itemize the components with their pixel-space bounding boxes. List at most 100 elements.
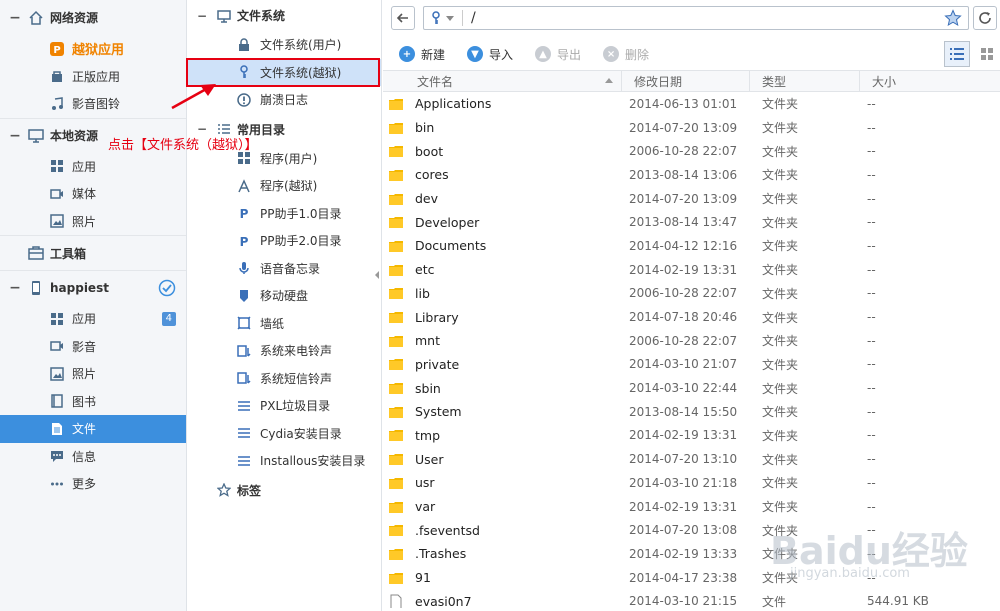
section-header-toolbox[interactable]: 工具箱 <box>0 235 186 270</box>
lock-icon <box>239 38 249 51</box>
cell-name: tmp <box>383 428 622 443</box>
tree-item-label: 程序(越狱) <box>260 179 318 194</box>
sidebar-item-genuine-apps[interactable]: 正版应用 <box>0 63 186 91</box>
tree-item-cydia-install[interactable]: Cydia安装目录 <box>187 420 381 448</box>
monitor-icon <box>28 128 44 143</box>
list-view-icon <box>950 48 964 60</box>
delete-label: 删除 <box>625 47 650 62</box>
sidebar-item-device-more[interactable]: 更多 <box>0 470 186 498</box>
tree-item-label: 语音备忘录 <box>260 261 321 276</box>
export-button[interactable]: ▲ 导出 <box>535 46 581 63</box>
tree-section-filesystem[interactable]: − 文件系统 <box>187 0 381 31</box>
chevron-down-icon[interactable] <box>446 15 454 21</box>
folder-icon <box>389 240 403 252</box>
cell-type: 文件夹 <box>762 168 799 183</box>
sidebar-item-label: 影音图铃 <box>72 97 121 112</box>
tree-section-tags[interactable]: 标签 <box>187 475 381 506</box>
table-row[interactable]: Library 2014-07-18 20:46 文件夹 -- <box>383 305 1000 329</box>
tree-item-sms-ringtones[interactable]: 系统短信铃声 <box>187 365 381 393</box>
delete-button[interactable]: × 删除 <box>603 46 649 63</box>
table-row[interactable]: Documents 2014-04-12 12:16 文件夹 -- <box>383 234 1000 258</box>
sidebar-item-local-apps[interactable]: 应用 <box>0 153 186 181</box>
path-input[interactable]: / <box>423 6 969 30</box>
sidebar-item-device-messages[interactable]: 信息 <box>0 443 186 471</box>
cell-type: 文件夹 <box>762 263 799 278</box>
cell-size: -- <box>867 475 876 490</box>
file-name: lib <box>415 285 430 301</box>
tree-item-apps-jailbreak[interactable]: 程序(越狱) <box>187 172 381 200</box>
table-row[interactable]: private 2014-03-10 21:07 文件夹 -- <box>383 353 1000 377</box>
folder-icon <box>389 383 403 395</box>
sidebar-item-device-media[interactable]: 影音 <box>0 333 186 361</box>
cell-size: -- <box>867 357 876 372</box>
table-row[interactable]: cores 2013-08-14 13:06 文件夹 -- <box>383 163 1000 187</box>
import-button[interactable]: ▼ 导入 <box>467 46 513 63</box>
list-view-button[interactable] <box>944 41 970 67</box>
table-row[interactable]: bin 2014-07-20 13:09 文件夹 -- <box>383 116 1000 140</box>
sidebar-item-device-photos[interactable]: 照片 <box>0 360 186 388</box>
sidebar-item-jailbreak-apps[interactable]: P 越狱应用 <box>0 35 186 63</box>
table-row[interactable]: evasi0n7 2014-03-10 21:15 文件 544.91 KB <box>383 589 1000 611</box>
cell-date: 2014-07-18 20:46 <box>629 310 738 325</box>
table-row[interactable]: var 2014-02-19 13:31 文件夹 -- <box>383 495 1000 519</box>
table-row[interactable]: dev 2014-07-20 13:09 文件夹 -- <box>383 187 1000 211</box>
table-row[interactable]: etc 2014-02-19 13:31 文件夹 -- <box>383 258 1000 282</box>
table-row[interactable]: System 2013-08-14 15:50 文件夹 -- <box>383 400 1000 424</box>
tree-item-filesystem-user[interactable]: 文件系统(用户) <box>187 31 381 59</box>
table-row[interactable]: lib 2006-10-28 22:07 文件夹 -- <box>383 282 1000 306</box>
collapse-icon[interactable]: − <box>197 9 209 23</box>
tree-item-pp-1-dir[interactable]: P PP助手1.0目录 <box>187 200 381 228</box>
column-header-size[interactable]: 大小 <box>860 71 1000 91</box>
sidebar-item-local-media[interactable]: 媒体 <box>0 180 186 208</box>
table-row[interactable]: Developer 2013-08-14 13:47 文件夹 -- <box>383 210 1000 234</box>
collapse-icon[interactable]: − <box>8 10 22 26</box>
table-row[interactable]: tmp 2014-02-19 13:31 文件夹 -- <box>383 424 1000 448</box>
tree-item-call-ringtones[interactable]: 系统来电铃声 <box>187 337 381 365</box>
cell-size: 544.91 KB <box>867 594 929 609</box>
tree-item-voice-memos[interactable]: 语音备忘录 <box>187 255 381 283</box>
sidebar-item-local-photos[interactable]: 照片 <box>0 208 186 236</box>
table-row[interactable]: sbin 2014-03-10 22:44 文件夹 -- <box>383 376 1000 400</box>
check-circle-icon <box>158 279 176 297</box>
sidebar-item-media-ringtones[interactable]: 影音图铃 <box>0 90 186 118</box>
sidebar-item-device-files[interactable]: 文件 <box>0 415 186 443</box>
table-row[interactable]: Applications 2014-06-13 01:01 文件夹 -- <box>383 92 1000 116</box>
table-row[interactable]: mnt 2006-10-28 22:07 文件夹 -- <box>383 329 1000 353</box>
table-row[interactable]: User 2014-07-20 13:10 文件夹 -- <box>383 447 1000 471</box>
refresh-button[interactable] <box>973 6 997 30</box>
cell-size: -- <box>867 286 876 301</box>
tree-item-mobile-drive[interactable]: 移动硬盘 <box>187 282 381 310</box>
list-icon <box>238 400 250 411</box>
back-button[interactable] <box>391 6 415 30</box>
panel-collapse-arrow-icon[interactable] <box>375 271 379 279</box>
column-header-type[interactable]: 类型 <box>750 71 860 91</box>
cell-size: -- <box>867 333 876 348</box>
cell-date: 2014-03-10 21:18 <box>629 475 738 490</box>
tree-item-installous-install[interactable]: Installous安装目录 <box>187 447 381 475</box>
crash-icon <box>237 93 251 107</box>
table-row[interactable]: boot 2006-10-28 22:07 文件夹 -- <box>383 139 1000 163</box>
table-row[interactable]: usr 2014-03-10 21:18 文件夹 -- <box>383 471 1000 495</box>
sidebar-item-label: 更多 <box>72 477 97 492</box>
folder-icon <box>389 146 403 158</box>
sidebar-item-label: 照片 <box>72 214 97 229</box>
grid-view-button[interactable] <box>974 41 1000 67</box>
tree-item-wallpaper[interactable]: 墙纸 <box>187 310 381 338</box>
grid-icon <box>51 160 63 173</box>
sidebar-item-device-books[interactable]: 图书 <box>0 388 186 416</box>
column-header-date[interactable]: 修改日期 <box>622 71 750 91</box>
tree-item-pp-2-dir[interactable]: P PP助手2.0目录 <box>187 227 381 255</box>
sort-ascending-icon <box>605 78 613 83</box>
sidebar-item-device-apps[interactable]: 应用 4 <box>0 305 186 333</box>
new-button[interactable]: + 新建 <box>399 46 445 63</box>
section-title: 本地资源 <box>50 129 99 143</box>
collapse-icon[interactable]: − <box>8 128 22 144</box>
section-header-network[interactable]: − 网络资源 <box>0 0 186 35</box>
tree-item-pxl-junk[interactable]: PXL垃圾目录 <box>187 392 381 420</box>
section-header-device[interactable]: − happiest <box>0 270 186 305</box>
star-icon[interactable] <box>944 9 962 27</box>
collapse-icon[interactable]: − <box>8 280 22 296</box>
column-header-name[interactable]: 文件名 <box>383 71 622 91</box>
tree-item-label: 移动硬盘 <box>260 289 309 304</box>
current-path: / <box>471 10 476 26</box>
